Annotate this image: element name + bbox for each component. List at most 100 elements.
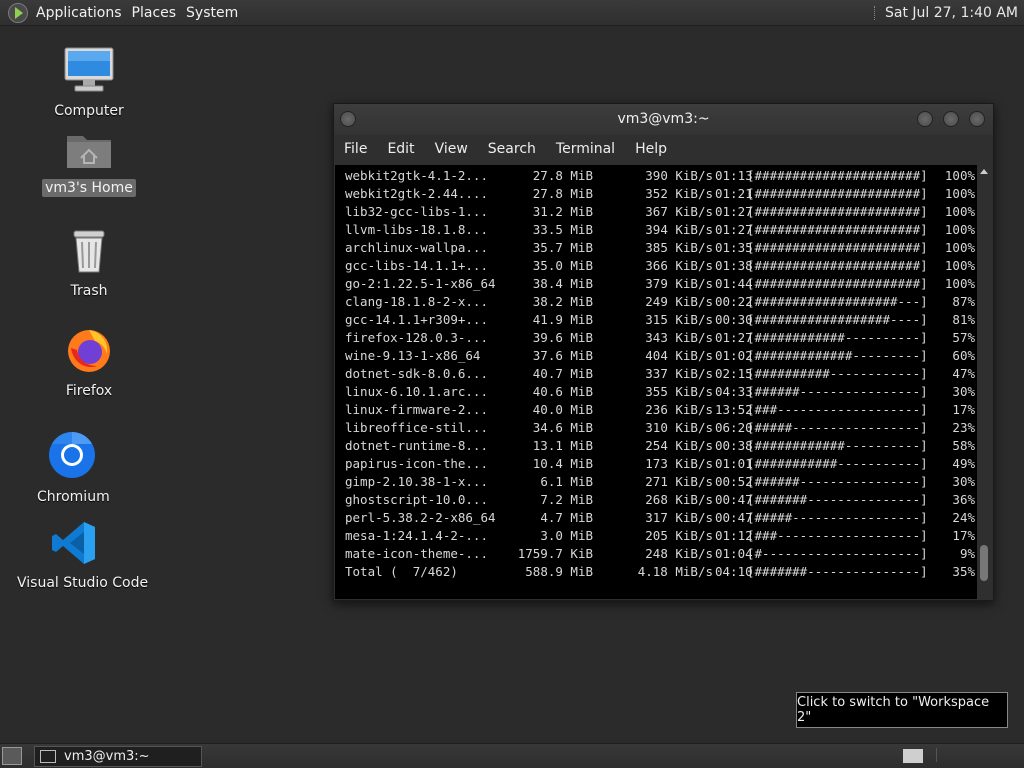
minimize-button[interactable]	[917, 111, 933, 127]
percent: 100%	[944, 186, 975, 201]
progress-bar: [#############---------]	[747, 348, 928, 363]
percent: 58%	[952, 438, 975, 453]
progress-bar: [######################]	[747, 168, 928, 183]
download-size: 38.4 MiB	[532, 276, 593, 291]
terminal-line: perl-5.38.2-2-x86_64 4.7 MiB 317 KiB/s 00:4…	[335, 509, 977, 527]
terminal-line: llvm-libs-18.1.8... 33.5 MiB 394 KiB/s 01:2…	[335, 221, 977, 239]
percent: 60%	[952, 348, 975, 363]
top-panel: Applications Places System Sat Jul 27, 1…	[0, 0, 1024, 26]
desktop-icon-home[interactable]: vm3's Home	[40, 128, 138, 197]
download-size: 35.0 MiB	[532, 258, 593, 273]
progress-bar: [######----------------]	[747, 384, 928, 399]
menu-view[interactable]: View	[435, 141, 468, 157]
terminal-line: linux-6.10.1.arc... 40.6 MiB 355 KiB/s 04:3…	[335, 383, 977, 401]
terminal-scrollbar[interactable]	[977, 165, 991, 599]
download-rate: 248 KiB/s	[645, 546, 713, 561]
terminal-icon	[40, 750, 56, 763]
mate-menu-icon[interactable]	[8, 2, 28, 23]
percent: 23%	[952, 420, 975, 435]
trash-icon	[73, 230, 105, 273]
menu-edit[interactable]: Edit	[387, 141, 414, 157]
terminal-line: webkit2gtk-4.1-2... 27.8 MiB 390 KiB/s 01:1…	[335, 167, 977, 185]
percent: 100%	[944, 276, 975, 291]
window-title: vm3@vm3:~	[617, 111, 710, 127]
download-size: 31.2 MiB	[532, 204, 593, 219]
progress-bar: [######################]	[747, 186, 928, 201]
progress-bar: [######################]	[747, 240, 928, 255]
menu-terminal[interactable]: Terminal	[556, 141, 615, 157]
progress-bar: [#####-----------------]	[747, 510, 928, 525]
download-size: 41.9 MiB	[532, 312, 593, 327]
desktop-icon-computer[interactable]: Computer	[48, 46, 130, 120]
package-name: wine-9.13-1-x86_64	[345, 348, 481, 363]
download-size: 39.6 MiB	[532, 330, 593, 345]
tooltip-text: Click to switch to "Workspace 2"	[797, 695, 990, 725]
terminal-output[interactable]: webkit2gtk-4.1-2... 27.8 MiB 390 KiB/s 01:1…	[335, 165, 977, 599]
download-size: 6.1 MiB	[540, 474, 593, 489]
desktop-icon-vscode[interactable]: Visual Studio Code	[14, 520, 148, 592]
download-rate: 254 KiB/s	[645, 438, 713, 453]
progress-bar: [###########-----------]	[747, 456, 928, 471]
firefox-icon	[68, 330, 110, 372]
percent: 35%	[952, 564, 975, 579]
desktop-icon-chromium[interactable]: Chromium	[34, 430, 110, 506]
percent: 30%	[952, 474, 975, 489]
menu-system[interactable]: System	[184, 5, 246, 21]
download-rate: 205 KiB/s	[645, 528, 713, 543]
home-folder-icon	[67, 136, 111, 168]
show-desktop-icon[interactable]	[2, 747, 22, 765]
progress-bar: [###################---]	[747, 294, 928, 309]
download-size: 3.0 MiB	[540, 528, 593, 543]
percent: 9%	[959, 546, 975, 561]
menu-places[interactable]: Places	[130, 5, 185, 21]
download-rate: 394 KiB/s	[645, 222, 713, 237]
percent: 100%	[944, 222, 975, 237]
workspace-2[interactable]	[936, 748, 957, 762]
scroll-up-arrow-icon[interactable]	[980, 169, 988, 174]
terminal-line: go-2:1.22.5-1-x86_64 38.4 MiB 379 KiB/s 01:…	[335, 275, 977, 293]
menu-help[interactable]: Help	[635, 141, 667, 157]
progress-bar: [#######---------------]	[747, 492, 928, 507]
percent: 100%	[944, 204, 975, 219]
desktop-icon-firefox[interactable]: Firefox	[56, 326, 122, 400]
download-rate: 355 KiB/s	[645, 384, 713, 399]
percent: 24%	[952, 510, 975, 525]
terminal-line: webkit2gtk-2.44.... 27.8 MiB 352 KiB/s 01:2…	[335, 185, 977, 203]
menu-file[interactable]: File	[344, 141, 367, 157]
close-button[interactable]	[969, 111, 985, 127]
download-size: 33.5 MiB	[532, 222, 593, 237]
download-rate: 385 KiB/s	[645, 240, 713, 255]
maximize-button[interactable]	[943, 111, 959, 127]
download-rate: 337 KiB/s	[645, 366, 713, 381]
progress-bar: [##########------------]	[747, 366, 928, 381]
percent: 81%	[952, 312, 975, 327]
desktop-icon-trash[interactable]: Trash	[56, 228, 122, 300]
package-name: Total ( 7/462)	[345, 564, 458, 579]
download-rate: 271 KiB/s	[645, 474, 713, 489]
percent: 30%	[952, 384, 975, 399]
scrollbar-thumb[interactable]	[980, 545, 988, 581]
terminal-window[interactable]: vm3@vm3:~ File Edit View Search Terminal…	[333, 103, 994, 601]
download-size: 13.1 MiB	[532, 438, 593, 453]
download-rate: 404 KiB/s	[645, 348, 713, 363]
terminal-line: mesa-1:24.1.4-2-... 3.0 MiB 205 KiB/s 01:12…	[335, 527, 977, 545]
window-titlebar[interactable]: vm3@vm3:~	[334, 104, 993, 135]
download-size: 588.9 MiB	[525, 564, 593, 579]
download-rate: 310 KiB/s	[645, 420, 713, 435]
download-size: 34.6 MiB	[532, 420, 593, 435]
clock-applet[interactable]: Sat Jul 27, 1:40 AM	[873, 5, 1024, 21]
workspace-tooltip: Click to switch to "Workspace 2"	[796, 692, 1008, 728]
workspace-1[interactable]	[902, 748, 924, 764]
taskbar-terminal-button[interactable]: vm3@vm3:~	[34, 746, 202, 767]
terminal-line: wine-9.13-1-x86_64 37.6 MiB 404 KiB/s 01:02…	[335, 347, 977, 365]
download-rate: 173 KiB/s	[645, 456, 713, 471]
download-size: 37.6 MiB	[532, 348, 593, 363]
menu-search[interactable]: Search	[488, 141, 536, 157]
menu-applications[interactable]: Applications	[34, 5, 130, 21]
percent: 100%	[944, 258, 975, 273]
download-rate: 4.18 MiB/s	[637, 564, 713, 579]
percent: 100%	[944, 240, 975, 255]
progress-bar: [######################]	[747, 204, 928, 219]
terminal-line: gcc-14.1.1+r309+... 41.9 MiB 315 KiB/s 00:3…	[335, 311, 977, 329]
download-size: 1759.7 KiB	[517, 546, 593, 561]
